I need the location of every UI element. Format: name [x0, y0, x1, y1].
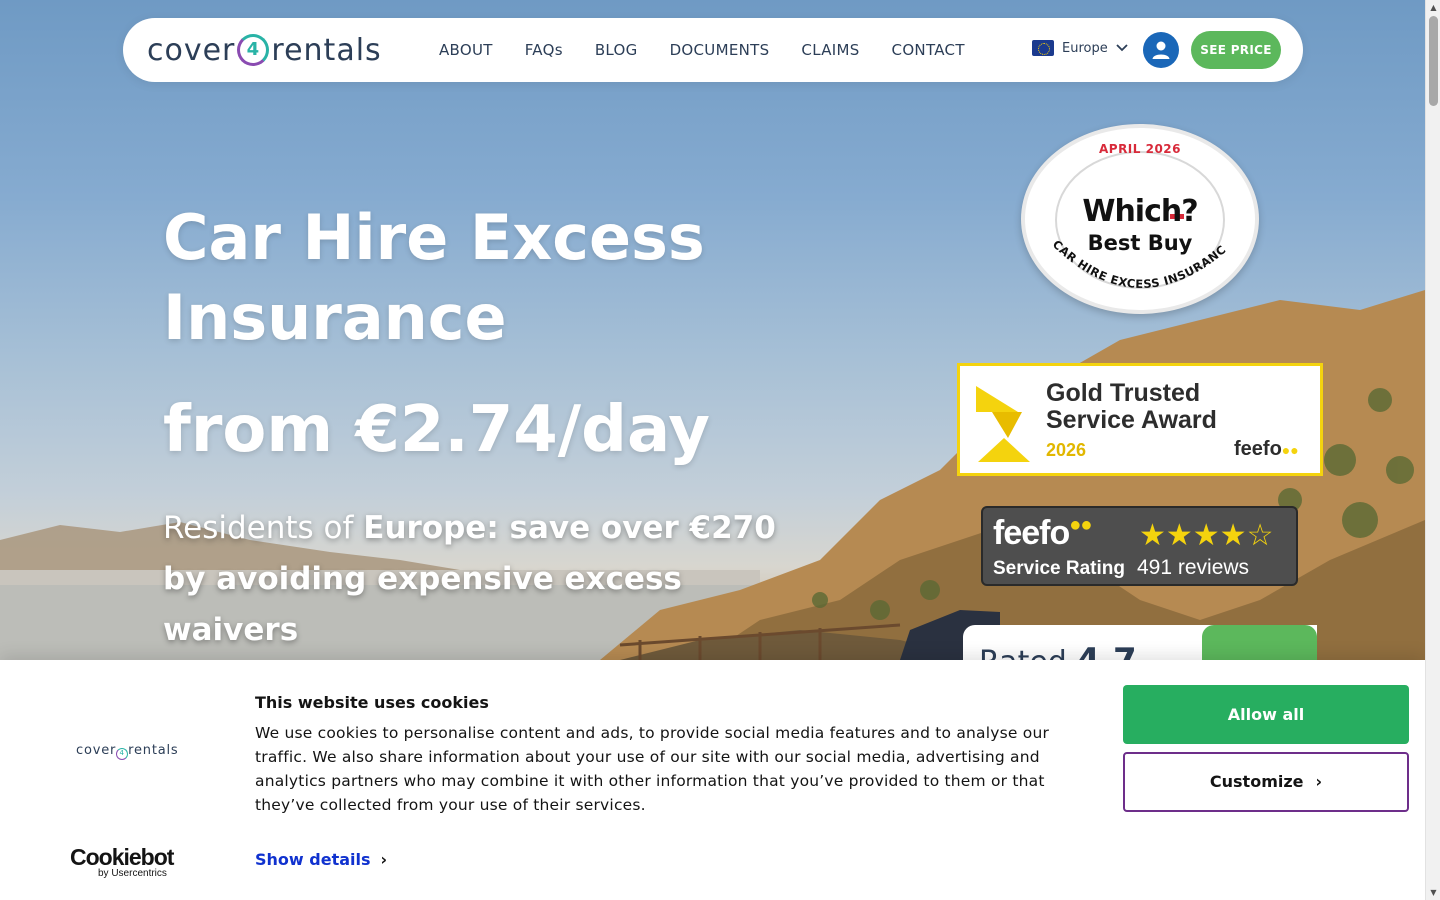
gold-award-year: 2026 [1046, 440, 1087, 460]
nav-link-documents[interactable]: DOCUMENTS [670, 41, 770, 59]
customize-button[interactable]: Customize › [1123, 752, 1409, 812]
scrollbar-thumb[interactable] [1429, 16, 1438, 106]
feefo-star-rating: ★★★★☆ [1139, 518, 1273, 553]
feefo-logo: feefo●● [993, 514, 1092, 553]
logo-4-mark: 4 [237, 34, 270, 66]
hero-section: cover 4 rentals ABOUT FAQs BLOG DOCUMENT… [0, 0, 1425, 900]
cookie-logo-right: rentals [128, 743, 179, 758]
top-navbar: cover 4 rentals ABOUT FAQs BLOG DOCUMENT… [123, 18, 1303, 82]
scroll-up-icon[interactable]: ▲ [1426, 0, 1440, 15]
gold-trusted-service-award: Gold Trusted Service Award 2026 feefo●● [957, 363, 1323, 476]
gold-award-brand: feefo●● [1234, 438, 1299, 461]
feefo-rating-widget[interactable]: feefo●● Service Rating ★★★★☆ 491 reviews [981, 506, 1298, 586]
cookie-banner-site-logo: cover 4 rentals [76, 743, 179, 760]
star-icon: ★★★★ [1139, 518, 1247, 553]
hero-title: Car Hire Excess Insurance [163, 201, 705, 354]
hero-subtitle-prefix: Residents of [163, 510, 364, 546]
which-badge-arc-text: CAR HIRE EXCESS INSURANCE [1025, 128, 1229, 291]
chevron-down-icon [1116, 44, 1128, 52]
which-best-buy-badge: APRIL 2026 Which? Best Buy CAR HIRE EXCE… [1021, 124, 1259, 314]
svg-text:CAR HIRE EXCESS INSURANCE: CAR HIRE EXCESS INSURANCE [1025, 128, 1229, 291]
cookie-consent-banner: cover 4 rentals Cookiebot by Usercentrics … [0, 660, 1425, 900]
customize-label: Customize [1209, 772, 1304, 791]
cookie-logo-left: cover [76, 743, 117, 758]
nav-link-blog[interactable]: BLOG [595, 41, 638, 59]
half-star-icon: ☆ [1246, 518, 1274, 553]
gold-award-title: Gold Trusted Service Award [1046, 379, 1217, 434]
feefo-logo-text: feefo [993, 514, 1070, 552]
site-logo[interactable]: cover 4 rentals [147, 30, 382, 70]
nav-link-contact[interactable]: CONTACT [892, 41, 965, 59]
show-details-link[interactable]: Show details › [255, 850, 387, 869]
feefo-service-rating-label: Service Rating [993, 558, 1125, 579]
cookie-logo-4-mark: 4 [116, 748, 129, 760]
which-badge-arc-label: CAR HIRE EXCESS INSURANCE [1025, 128, 1228, 291]
award-trophy-icon [976, 386, 1030, 462]
hero-price: from €2.74/day [163, 393, 710, 467]
cookie-banner-title: This website uses cookies [255, 693, 489, 712]
nav-links: ABOUT FAQs BLOG DOCUMENTS CLAIMS CONTACT [439, 18, 965, 82]
page-scrollbar[interactable]: ▲ ▼ [1425, 0, 1440, 900]
gold-award-brand-text: feefo [1234, 438, 1282, 460]
account-button[interactable] [1143, 32, 1179, 68]
hero-subtitle: Residents of Europe: save over €270 by a… [163, 503, 803, 656]
nav-link-about[interactable]: ABOUT [439, 41, 493, 59]
cookiebot-logo[interactable]: Cookiebot by Usercentrics [70, 844, 174, 879]
feefo-review-count: 491 reviews [1137, 556, 1250, 579]
chevron-right-icon: › [380, 850, 388, 869]
cookie-banner-body: We use cookies to personalise content an… [255, 724, 1050, 814]
cookiebot-name: Cookiebot [70, 844, 174, 870]
feefo-eyes-icon: ●● [1281, 442, 1299, 458]
nav-link-faqs[interactable]: FAQs [525, 41, 563, 59]
region-selector[interactable]: Europe [1032, 40, 1128, 56]
scroll-down-icon[interactable]: ▼ [1426, 885, 1440, 900]
cookiebot-by-usercentrics: by Usercentrics [98, 868, 167, 879]
nav-link-claims[interactable]: CLAIMS [801, 41, 859, 59]
region-label: Europe [1062, 40, 1108, 56]
see-price-button[interactable]: SEE PRICE [1191, 31, 1281, 69]
eu-flag-icon [1032, 40, 1054, 56]
logo-text-right: rentals [271, 32, 382, 68]
user-icon [1152, 41, 1170, 59]
logo-text-left: cover [147, 32, 236, 68]
feefo-eyes-icon: ●● [1069, 514, 1092, 536]
allow-all-button[interactable]: Allow all [1123, 685, 1409, 744]
show-details-label: Show details [255, 850, 371, 869]
chevron-right-icon: › [1315, 772, 1323, 791]
